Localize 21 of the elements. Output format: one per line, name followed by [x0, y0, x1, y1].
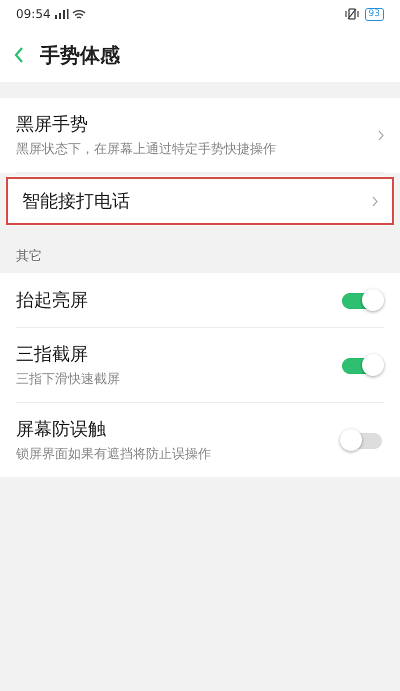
battery-level: 93	[364, 8, 384, 20]
setting-title: 抬起亮屏	[16, 289, 89, 312]
page-title: 手势体感	[40, 42, 120, 68]
wifi-icon	[72, 8, 86, 20]
setting-description: 黑屏状态下，在屏幕上通过特定手势快捷操作	[16, 141, 277, 158]
toggle-switch[interactable]	[340, 353, 384, 377]
vibrate-icon	[344, 8, 359, 20]
toggle-switch[interactable]	[340, 288, 384, 312]
section-heading: 其它	[16, 249, 42, 264]
setting-description: 三指下滑快速截屏	[16, 371, 121, 388]
chevron-icon[interactable]	[372, 196, 378, 206]
setting-description: 锁屏界面如果有遮挡将防止误操作	[16, 446, 212, 463]
toggle-switch[interactable]	[340, 428, 384, 452]
back-icon[interactable]	[14, 47, 24, 63]
setting-title: 屏幕防误触	[16, 418, 107, 441]
signal-icon	[54, 9, 69, 19]
setting-title: 智能接打电话	[22, 190, 131, 213]
status-time: 09:54	[16, 7, 51, 21]
chevron-icon[interactable]	[378, 130, 384, 140]
setting-title: 黑屏手势	[16, 113, 89, 136]
setting-title: 三指截屏	[16, 343, 89, 366]
